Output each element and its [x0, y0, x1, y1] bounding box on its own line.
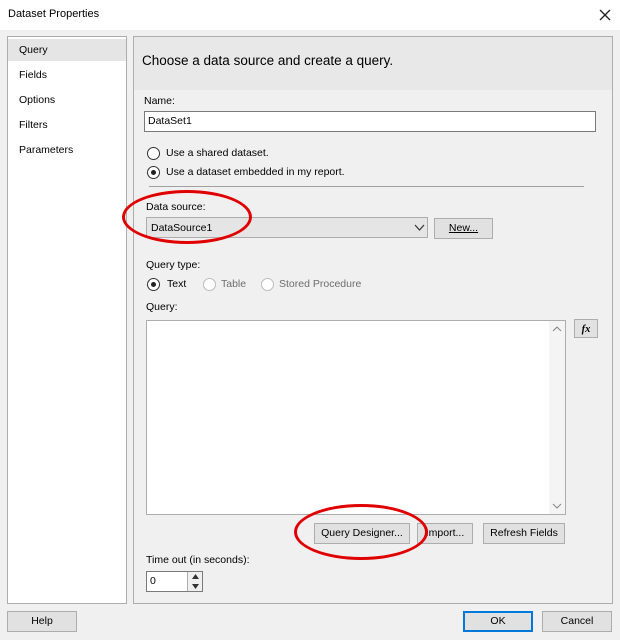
- close-button[interactable]: [594, 4, 616, 26]
- query-page: Choose a data source and create a query.…: [122, 36, 613, 604]
- query-type-text-label: Text: [167, 278, 187, 290]
- query-textarea[interactable]: [146, 320, 566, 515]
- cancel-button[interactable]: Cancel: [542, 611, 612, 632]
- query-designer-button[interactable]: Query Designer...: [314, 523, 410, 544]
- query-type-table-label: Table: [221, 278, 247, 290]
- timeout-spinner[interactable]: 0: [146, 571, 203, 592]
- page-header: Choose a data source and create a query.: [134, 37, 612, 90]
- embedded-dataset-label: Use a dataset embedded in my report.: [166, 166, 345, 178]
- refresh-fields-button[interactable]: Refresh Fields: [483, 523, 565, 544]
- new-data-source-label: New...: [448, 222, 479, 234]
- sidebar-item-parameters[interactable]: Parameters: [8, 139, 126, 161]
- sidebar-item-fields[interactable]: Fields: [8, 64, 126, 86]
- shared-dataset-label: Use a shared dataset.: [166, 147, 269, 159]
- sidebar-item-options[interactable]: Options: [8, 89, 126, 111]
- timeout-label: Time out (in seconds):: [146, 554, 250, 566]
- window-title: Dataset Properties: [8, 8, 100, 20]
- name-label: Name:: [144, 95, 175, 107]
- data-source-value: DataSource1: [151, 222, 213, 234]
- title-bar: Dataset Properties: [0, 0, 620, 30]
- query-type-table-radio[interactable]: [203, 278, 216, 291]
- dataset-properties-dialog: Dataset Properties Query Fields Options …: [0, 0, 620, 640]
- query-type-text-radio[interactable]: [147, 278, 160, 291]
- sidebar: Query Fields Options Filters Parameters: [7, 36, 127, 604]
- sidebar-item-filters[interactable]: Filters: [8, 114, 126, 136]
- timeout-spin-buttons: [187, 572, 202, 591]
- expression-button[interactable]: fx: [574, 319, 598, 338]
- help-button[interactable]: Help: [7, 611, 77, 632]
- separator: [149, 186, 584, 187]
- new-data-source-button[interactable]: New...: [434, 218, 493, 239]
- close-icon: [599, 9, 611, 21]
- spin-down-icon[interactable]: [191, 583, 200, 590]
- timeout-value: 0: [150, 575, 156, 587]
- query-type-stored-procedure-label: Stored Procedure: [279, 278, 362, 290]
- scroll-down-icon[interactable]: [552, 502, 562, 510]
- function-icon: fx: [581, 324, 591, 335]
- embedded-dataset-radio[interactable]: [147, 166, 160, 179]
- scroll-up-icon[interactable]: [552, 325, 562, 333]
- shared-dataset-radio[interactable]: [147, 147, 160, 160]
- dropdown-chevron-icon: [414, 224, 425, 231]
- data-source-label: Data source:: [146, 201, 206, 213]
- page-heading: Choose a data source and create a query.: [142, 53, 394, 68]
- query-type-stored-procedure-radio[interactable]: [261, 278, 274, 291]
- data-source-dropdown[interactable]: DataSource1: [146, 217, 428, 238]
- query-label: Query:: [146, 301, 178, 313]
- query-type-label: Query type:: [146, 259, 201, 271]
- spin-up-icon[interactable]: [191, 573, 200, 580]
- import-button[interactable]: Import...: [417, 523, 473, 544]
- name-field[interactable]: DataSet1: [144, 111, 596, 132]
- sidebar-item-query[interactable]: Query: [8, 39, 126, 61]
- query-scrollbar[interactable]: [549, 321, 565, 514]
- ok-button[interactable]: OK: [463, 611, 533, 632]
